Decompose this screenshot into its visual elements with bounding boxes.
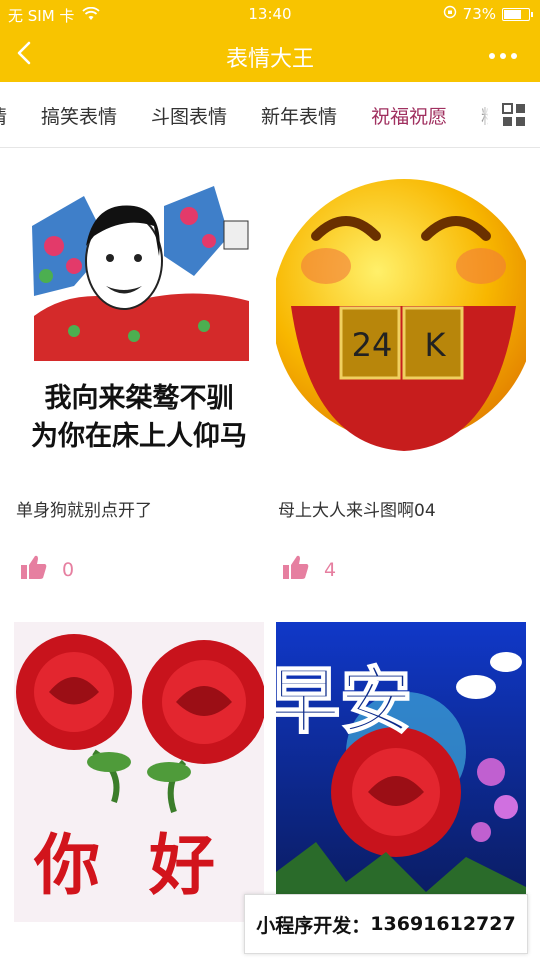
page-title: 表情大王	[225, 47, 314, 72]
tab-item[interactable]: 情	[0, 102, 7, 129]
thumbs-up-icon[interactable]	[20, 554, 48, 585]
orientation-lock-icon	[443, 5, 457, 23]
meme-text-line: 我向来桀骜不驯	[44, 383, 234, 414]
meme-text-line: 为你在床上人仰马	[31, 421, 247, 452]
card-title: 母上大人来斗图啊04	[278, 501, 436, 521]
meme-text-large: 你	[34, 826, 100, 904]
more-dots-icon[interactable]	[488, 42, 518, 67]
tab-new-year[interactable]: 新年表情	[261, 102, 337, 129]
status-right: 73%	[443, 5, 533, 23]
tab-track: 情 搞笑表情 斗图表情 新年表情 祝福祝愿 糙	[0, 102, 500, 129]
meme-text-large: 好	[149, 826, 215, 904]
category-tabs: 情 搞笑表情 斗图表情 新年表情 祝福祝愿 糙	[0, 82, 540, 148]
meme-image[interactable]: 24 K	[276, 166, 526, 466]
like-row[interactable]: 4	[282, 554, 336, 585]
gold-tooth-text: K	[424, 326, 446, 364]
tab-funny[interactable]: 搞笑表情	[41, 102, 117, 129]
like-row[interactable]: 0	[20, 554, 74, 585]
meme-image[interactable]: 我向来桀骜不驯 为你在床上人仰马	[14, 166, 264, 466]
status-bar: 无 SIM 卡 13:40 73%	[0, 0, 540, 28]
grid-view-icon[interactable]	[488, 82, 540, 147]
meme-card[interactable]: 我向来桀骜不驯 为你在床上人仰马 单身狗就别点开了 0	[14, 166, 264, 581]
gold-tooth-text: 24	[351, 326, 393, 364]
battery-icon	[502, 7, 533, 21]
meme-card[interactable]: 你 好	[14, 622, 264, 922]
meme-image[interactable]: 你 好	[14, 622, 264, 922]
promo-label: 小程序开发：	[256, 914, 371, 937]
tab-blessings[interactable]: 祝福祝愿	[371, 102, 447, 129]
like-count: 4	[324, 558, 337, 581]
promo-phone: 13691612727	[370, 913, 516, 935]
thumbs-up-icon[interactable]	[282, 554, 310, 585]
promo-banner[interactable]: 小程序开发： 13691612727	[244, 894, 528, 954]
meme-image[interactable]: 早安	[276, 622, 526, 922]
battery-fill	[504, 9, 521, 19]
meme-card[interactable]: 24 K 母上大人来斗图啊04 4	[276, 166, 526, 581]
like-count: 0	[62, 558, 75, 581]
meme-caption-image-text: 我向来桀骜不驯 为你在床上人仰马	[14, 380, 264, 456]
nav-bar: 表情大王	[0, 28, 540, 82]
tab-battle[interactable]: 斗图表情	[151, 102, 227, 129]
meme-card[interactable]: 早安	[276, 622, 526, 922]
card-title: 单身狗就别点开了	[16, 501, 152, 521]
battery-percent: 73%	[462, 5, 496, 23]
meme-text-large: 早安	[276, 657, 413, 744]
